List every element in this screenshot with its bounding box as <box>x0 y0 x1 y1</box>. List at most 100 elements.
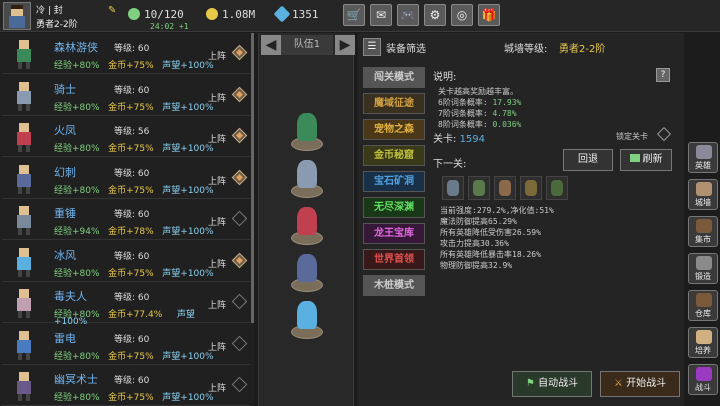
team-slot[interactable] <box>289 207 325 245</box>
mail-button[interactable]: ✉ <box>370 4 392 26</box>
mode-button[interactable]: 闯关模式 <box>363 67 425 88</box>
top-bar: 冷 | 封 勇者2-2阶 ✎ 10/120 24:02 +1 1.08M 135… <box>0 0 720 32</box>
stat-line: 魔法防御提高65.29% <box>440 217 517 226</box>
edit-icon[interactable]: ✎ <box>108 5 116 16</box>
cart-icon: 🛒 <box>346 8 362 22</box>
team-next-button[interactable]: ▶ <box>335 35 355 55</box>
hero-portrait <box>17 123 31 152</box>
side-nav-button[interactable]: 仓库 <box>688 290 718 321</box>
hero-portrait <box>17 164 31 194</box>
hero-list-scrollbar[interactable] <box>251 33 254 323</box>
hero-row[interactable]: 幻刺 等级: 60 经验+80% 金币+75% 声望+100% 上阵 <box>2 160 250 199</box>
team-name: 队伍1 <box>281 35 333 55</box>
next-stage-label: 下一关: <box>433 159 467 170</box>
gamepad-button[interactable]: 🎮 <box>397 4 419 26</box>
team-slot[interactable] <box>289 301 325 339</box>
team-panel: ◀ 队伍1 ▶ <box>258 33 355 406</box>
hero-level: 等级: 60 <box>114 334 150 345</box>
refresh-button[interactable]: 刷新 <box>620 149 672 171</box>
filter-button[interactable]: ☰ <box>363 38 381 56</box>
hero-name: 雷电 <box>54 331 76 345</box>
side-nav-button[interactable]: 战斗 <box>688 364 718 395</box>
mode-button[interactable]: 金币秘窟 <box>363 145 425 166</box>
hero-deploy-toggle[interactable] <box>231 86 248 102</box>
hero-row[interactable]: 森林游侠 等级: 60 经验+80% 金币+75% 声望+100% 上阵 <box>2 35 250 74</box>
hero-bonuses: 经验+94% 金币+78% 声望+100% <box>54 227 214 237</box>
enemy-slot[interactable] <box>442 176 464 200</box>
enemy-slot[interactable] <box>546 176 568 200</box>
side-nav-button[interactable]: 集市 <box>688 216 718 247</box>
start-battle-button[interactable]: ⚔ 开始战斗 <box>600 371 680 397</box>
side-nav-label: 城墙 <box>695 198 711 207</box>
team-slot[interactable] <box>289 160 325 198</box>
side-nav-icon <box>696 182 712 196</box>
enemy-slot[interactable] <box>468 176 490 200</box>
mail-icon: ✉ <box>375 8 387 22</box>
tier8-rate: 8阶词条概率: 0.036% <box>438 120 522 129</box>
hero-deploy-toggle[interactable] <box>231 44 248 61</box>
hero-deploy-toggle[interactable] <box>231 169 248 185</box>
side-nav-button[interactable]: 城墙 <box>688 179 718 210</box>
auto-battle-button[interactable]: ⚑ 自动战斗 <box>512 371 592 397</box>
city-level-value: 勇者2-2阶 <box>559 44 606 55</box>
side-nav-button[interactable]: 锻造 <box>688 253 718 284</box>
side-nav-icon <box>696 367 712 381</box>
side-nav-icon <box>696 145 712 159</box>
hero-row[interactable]: 重锤 等级: 60 经验+94% 金币+78% 声望+100% 上阵 <box>2 201 250 240</box>
hero-row[interactable]: 火凤 等级: 56 经验+80% 金币+75% 声望+100% 上阵 <box>2 118 250 157</box>
hero-deploy-label: 上阵 <box>208 259 227 270</box>
hero-deploy-toggle[interactable] <box>231 127 248 144</box>
hero-portrait <box>17 206 31 235</box>
hero-bonuses: 经验+80% 金币+75% 声望+100% <box>54 185 214 196</box>
hero-deploy-toggle[interactable] <box>231 293 248 310</box>
hero-deploy-toggle[interactable] <box>231 210 248 227</box>
hero-bonuses: 经验+80% 金币+75% 声望+100% <box>54 351 214 362</box>
stat-line: 攻击力提高30.36% <box>440 239 509 248</box>
side-nav: 英雄城墙集市锻造仓库培养战斗 <box>686 140 720 406</box>
shop-button[interactable]: 🛒 <box>343 4 365 26</box>
mode-button[interactable]: 魔域征途 <box>363 93 425 114</box>
back-button[interactable]: 回退 <box>563 149 613 171</box>
stamina-icon <box>128 8 140 20</box>
hero-deploy-toggle[interactable] <box>231 252 248 268</box>
help-icon[interactable]: ? <box>656 68 670 82</box>
side-nav-button[interactable]: 英雄 <box>688 142 718 173</box>
hero-list[interactable]: 森林游侠 等级: 60 经验+80% 金币+75% 声望+100% 上阵 骑士 … <box>0 33 254 406</box>
player-avatar[interactable] <box>3 2 31 30</box>
mode-button[interactable]: 世界首领 <box>363 249 425 270</box>
gift-button[interactable]: 🎁 <box>478 4 500 26</box>
hero-bonuses: 经验+80% 金币+75% 声望+100% <box>54 102 214 113</box>
hero-row[interactable]: 雷电 等级: 60 经验+80% 金币+75% 声望+100% 上阵 <box>2 326 250 365</box>
hero-deploy-label: 上阵 <box>208 342 227 353</box>
hero-deploy-toggle[interactable] <box>231 335 248 351</box>
stat-line: 所有英雄降低受伤害26.59% <box>440 228 541 237</box>
enemy-slot[interactable] <box>520 176 542 200</box>
mode-button[interactable]: 木桩模式 <box>363 275 425 296</box>
hero-row[interactable]: 幽冥术士 等级: 60 经验+80% 金币+75% 声望+100% 上阵 <box>2 367 250 406</box>
hero-deploy-label: 上阵 <box>208 384 227 394</box>
settings-button[interactable]: ⚙ <box>424 4 446 26</box>
color-button[interactable]: ◎ <box>451 4 473 26</box>
team-slot[interactable] <box>289 113 325 151</box>
hero-row[interactable]: 冰风 等级: 60 经验+80% 金币+75% 声望+100% 上阵 <box>2 243 250 282</box>
side-nav-button[interactable]: 培养 <box>688 327 718 358</box>
hero-row[interactable]: 骑士 等级: 60 经验+80% 金币+75% 声望+100% 上阵 <box>2 77 250 116</box>
hero-row[interactable]: 毒夫人 等级: 60 经验+80% 金币+77.4% 声望 +100% 上阵 <box>2 284 250 327</box>
mode-button[interactable]: 龙王宝库 <box>363 223 425 244</box>
side-nav-label: 培养 <box>695 346 711 355</box>
hero-portrait <box>17 40 31 69</box>
mode-button[interactable]: 宠物之森 <box>363 119 425 140</box>
crossed-swords-icon: ⚔ <box>613 378 627 389</box>
side-nav-label: 集市 <box>695 235 711 244</box>
hero-name: 森林游侠 <box>54 41 98 54</box>
mode-button[interactable]: 宝石矿洞 <box>363 171 425 192</box>
flag-icon: ⚑ <box>525 378 539 389</box>
mode-button[interactable]: 无尽深渊 <box>363 197 425 218</box>
enemy-slot[interactable] <box>494 176 516 200</box>
team-prev-button[interactable]: ◀ <box>261 35 281 55</box>
hero-level: 等级: 60 <box>114 44 150 54</box>
hero-deploy-label: 上阵 <box>208 301 227 311</box>
hero-portrait <box>17 247 31 277</box>
hero-deploy-toggle[interactable] <box>231 376 248 393</box>
team-slot[interactable] <box>289 254 325 292</box>
